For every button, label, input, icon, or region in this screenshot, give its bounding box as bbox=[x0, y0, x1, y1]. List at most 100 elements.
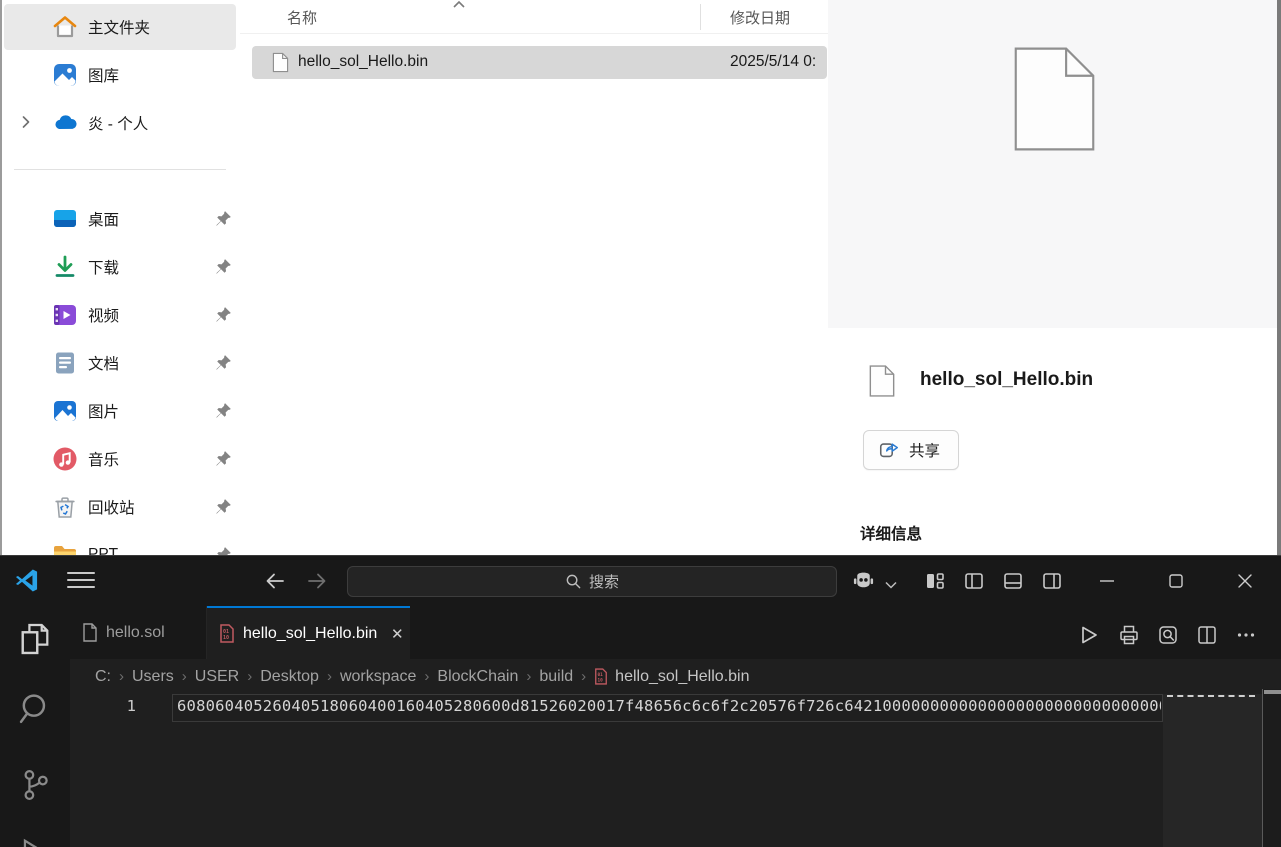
sidebar-item-label: 炎 - 个人 bbox=[88, 112, 148, 134]
editor-tab-bar: hello.sol 0110 hello_sol_Hello.bin ✕ bbox=[70, 606, 1281, 659]
desktop-screen: 主文件夹 图库 炎 - 个人 bbox=[0, 0, 1281, 847]
home-icon bbox=[52, 14, 78, 40]
file-name: hello_sol_Hello.bin bbox=[298, 53, 428, 71]
find-icon[interactable] bbox=[1157, 624, 1179, 646]
svg-text:10: 10 bbox=[598, 677, 604, 683]
column-header-name[interactable]: 名称 bbox=[287, 7, 317, 28]
sidebar-item-downloads[interactable]: 下载 bbox=[4, 244, 236, 290]
sidebar-item-label: 视频 bbox=[88, 304, 119, 326]
vscode-logo-icon bbox=[13, 567, 40, 594]
vscode-window: 搜索 bbox=[0, 555, 1281, 847]
sidebar-item-desktop[interactable]: 桌面 bbox=[4, 196, 236, 242]
file-list: 名称 修改日期 hello_sol_Hello.bin 2025/5/14 0: bbox=[240, 0, 828, 555]
breadcrumb-item[interactable]: build bbox=[539, 668, 573, 686]
tab-label: hello.sol bbox=[106, 624, 165, 642]
minimap[interactable] bbox=[1163, 694, 1262, 847]
scrollbar-track[interactable] bbox=[1262, 689, 1281, 847]
copilot-icon[interactable] bbox=[851, 569, 876, 594]
line-number: 1 bbox=[70, 697, 136, 715]
tab-label: hello_sol_Hello.bin bbox=[243, 625, 377, 643]
sidebar-separator bbox=[14, 169, 226, 170]
toggle-sidebar-icon[interactable] bbox=[963, 570, 985, 592]
column-header-modified[interactable]: 修改日期 bbox=[730, 7, 790, 28]
toggle-secondary-sidebar-icon[interactable] bbox=[1041, 570, 1063, 592]
close-button[interactable] bbox=[1223, 556, 1267, 606]
breadcrumb-item[interactable]: workspace bbox=[340, 668, 416, 686]
breadcrumb: C:› Users› USER› Desktop› workspace› Blo… bbox=[70, 659, 1281, 694]
column-divider[interactable] bbox=[700, 4, 701, 30]
pin-icon bbox=[215, 498, 232, 515]
binary-file-icon: 0110 bbox=[219, 624, 235, 643]
tab-hello-sol[interactable]: hello.sol bbox=[70, 606, 207, 659]
breadcrumb-separator: › bbox=[327, 668, 332, 685]
maximize-button[interactable] bbox=[1154, 556, 1198, 606]
document-icon bbox=[52, 350, 78, 376]
sidebar-item-gallery[interactable]: 图库 bbox=[4, 52, 236, 98]
tab-hello-sol-hello-bin[interactable]: 0110 hello_sol_Hello.bin ✕ bbox=[207, 606, 410, 659]
explorer-view-icon[interactable] bbox=[16, 620, 54, 658]
pin-icon bbox=[215, 258, 232, 275]
file-icon bbox=[82, 623, 98, 642]
sidebar-item-documents[interactable]: 文档 bbox=[4, 340, 236, 386]
breadcrumb-item-file[interactable]: hello_sol_Hello.bin bbox=[615, 668, 749, 686]
source-control-icon[interactable] bbox=[16, 766, 54, 804]
search-input[interactable]: 搜索 bbox=[347, 566, 837, 597]
scrollbar-slider[interactable] bbox=[1264, 690, 1281, 694]
search-icon bbox=[565, 573, 582, 590]
window-left-edge bbox=[0, 0, 2, 555]
menu-hamburger-icon[interactable] bbox=[67, 572, 95, 590]
sidebar-item-label: 图库 bbox=[88, 64, 119, 86]
chevron-down-icon[interactable] bbox=[884, 577, 898, 587]
share-button[interactable]: 共享 bbox=[863, 430, 959, 470]
svg-text:01: 01 bbox=[598, 672, 604, 678]
sidebar-item-ppt[interactable]: PPT bbox=[4, 532, 236, 555]
sidebar-item-recycle-bin[interactable]: 回收站 bbox=[4, 484, 236, 530]
sidebar-item-label: 回收站 bbox=[88, 496, 135, 518]
breadcrumb-item[interactable]: Desktop bbox=[260, 668, 319, 686]
search-view-icon[interactable] bbox=[16, 690, 54, 728]
recycle-bin-icon bbox=[52, 494, 78, 520]
breadcrumb-item[interactable]: USER bbox=[195, 668, 239, 686]
more-actions-icon[interactable] bbox=[1235, 624, 1257, 646]
download-icon bbox=[52, 254, 78, 280]
run-debug-view-icon[interactable] bbox=[16, 834, 54, 847]
sidebar-item-label: 下载 bbox=[88, 256, 119, 278]
close-tab-icon[interactable]: ✕ bbox=[387, 624, 407, 644]
pin-icon bbox=[215, 450, 232, 467]
print-icon[interactable] bbox=[1118, 624, 1140, 646]
run-icon[interactable] bbox=[1078, 624, 1100, 646]
back-arrow-icon[interactable] bbox=[262, 568, 288, 594]
sidebar-item-onedrive[interactable]: 炎 - 个人 bbox=[4, 100, 236, 146]
editor-area[interactable]: 1 60806040526040518060400160405280600d81… bbox=[70, 694, 1281, 847]
customize-layout-icon[interactable] bbox=[924, 570, 946, 592]
editor-line-content: 60806040526040518060400160405280600d8152… bbox=[177, 697, 1161, 715]
toggle-panel-icon[interactable] bbox=[1002, 570, 1024, 592]
music-icon bbox=[52, 446, 78, 472]
preview-thumbnail-area bbox=[828, 0, 1277, 328]
pin-icon bbox=[215, 546, 232, 555]
preview-pane: hello_sol_Hello.bin 共享 详细信息 bbox=[828, 0, 1277, 555]
breadcrumb-item[interactable]: BlockChain bbox=[437, 668, 518, 686]
breadcrumb-item[interactable]: Users bbox=[132, 668, 174, 686]
file-modified-date: 2025/5/14 0: bbox=[730, 53, 825, 71]
pin-icon bbox=[215, 306, 232, 323]
binary-file-icon: 0110 bbox=[594, 668, 608, 685]
desktop-icon bbox=[52, 206, 78, 232]
sidebar-item-music[interactable]: 音乐 bbox=[4, 436, 236, 482]
pin-icon bbox=[215, 402, 232, 419]
file-row-selected[interactable]: hello_sol_Hello.bin 2025/5/14 0: bbox=[252, 46, 827, 79]
chevron-right-icon[interactable] bbox=[18, 114, 34, 130]
breadcrumb-item[interactable]: C: bbox=[95, 668, 111, 686]
explorer-sidebar: 主文件夹 图库 炎 - 个人 bbox=[0, 0, 240, 555]
sidebar-item-videos[interactable]: 视频 bbox=[4, 292, 236, 338]
minimize-button[interactable] bbox=[1085, 556, 1129, 606]
sort-ascending-icon bbox=[452, 0, 466, 14]
share-button-label: 共享 bbox=[909, 439, 940, 461]
pin-icon bbox=[215, 354, 232, 371]
split-editor-icon[interactable] bbox=[1196, 624, 1218, 646]
sidebar-item-label: 文档 bbox=[88, 352, 119, 374]
sidebar-item-home[interactable]: 主文件夹 bbox=[4, 4, 236, 50]
file-icon bbox=[272, 52, 289, 73]
sidebar-item-pictures[interactable]: 图片 bbox=[4, 388, 236, 434]
forward-arrow-icon[interactable] bbox=[304, 568, 330, 594]
